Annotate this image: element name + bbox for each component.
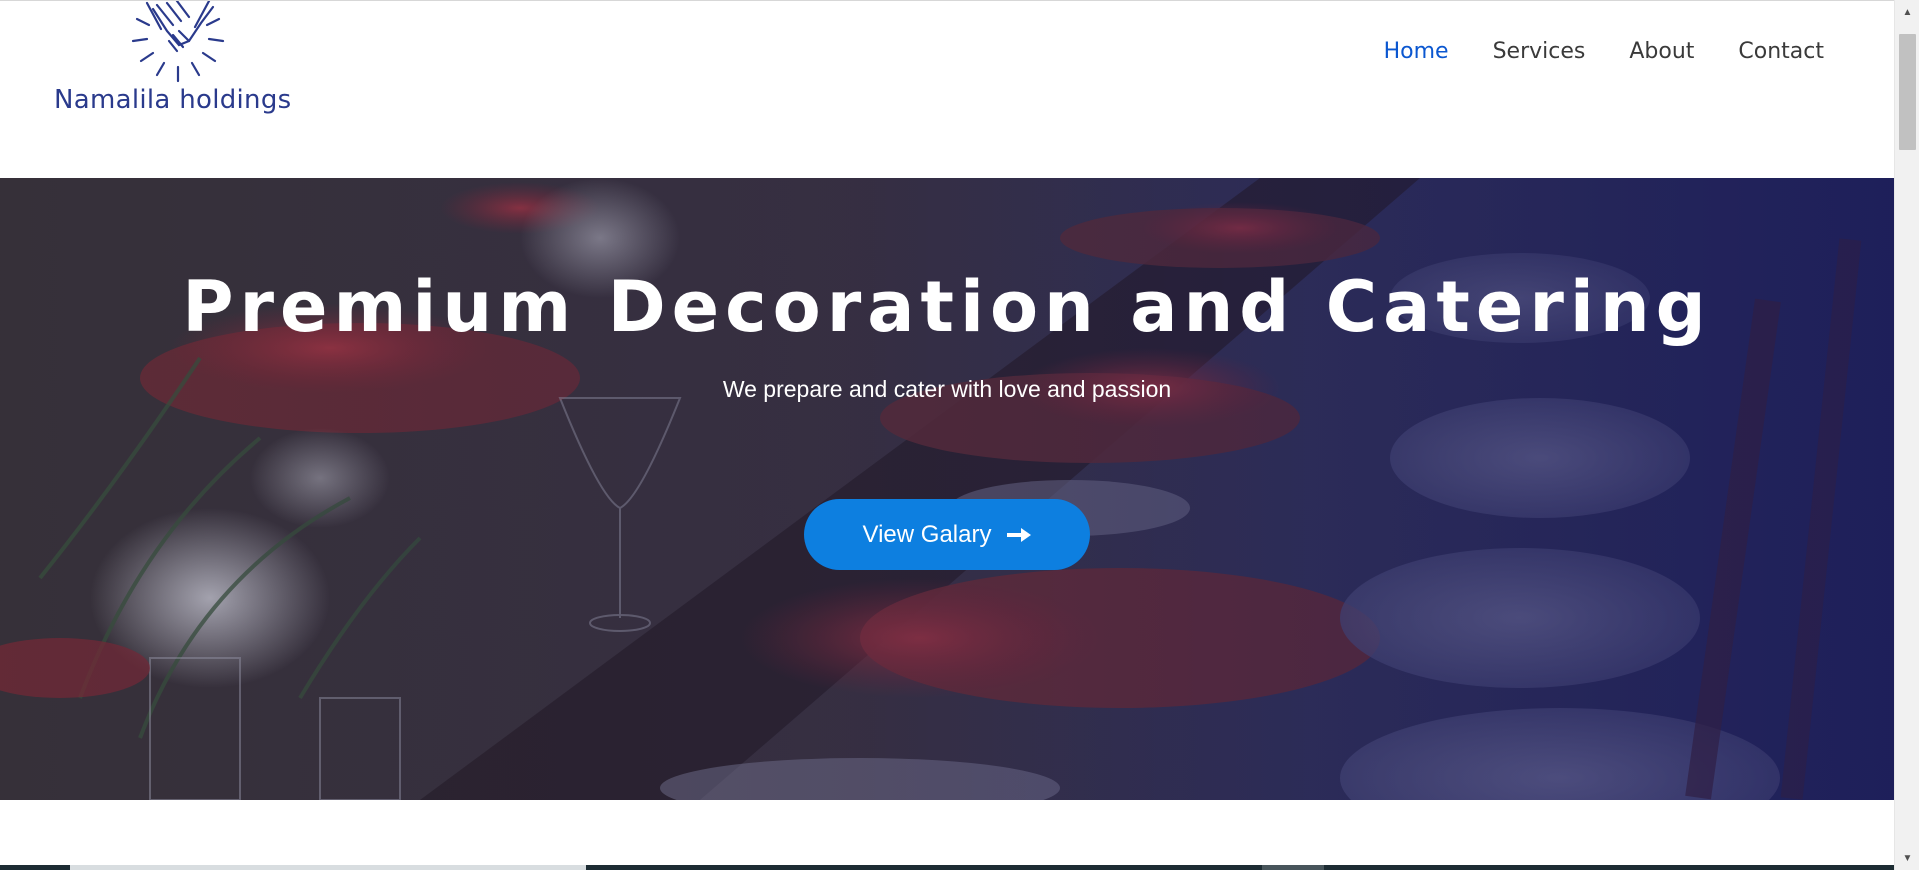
nav-item-home[interactable]: Home (1384, 39, 1449, 64)
site-logo[interactable]: Namalila holdings (52, 1, 302, 126)
nav-item-services[interactable]: Services (1493, 39, 1586, 64)
next-section-light-block (70, 865, 586, 870)
view-gallery-button[interactable]: View Galary (804, 499, 1090, 570)
scroll-down-arrow-icon[interactable]: ▼ (1895, 848, 1919, 868)
next-section-mark (1262, 865, 1324, 870)
hero-subtitle: We prepare and cater with love and passi… (722, 376, 1172, 402)
nav-item-contact[interactable]: Contact (1738, 39, 1824, 64)
scroll-up-arrow-icon[interactable]: ▲ (1895, 2, 1919, 22)
arrow-right-icon (1007, 527, 1032, 542)
view-gallery-button-label: View Galary (862, 520, 992, 548)
page-viewport: Namalila holdings Home Services About Co… (0, 0, 1894, 870)
nav-item-about[interactable]: About (1629, 39, 1694, 64)
hero-title: Premium Decoration and Catering (182, 266, 1712, 348)
hero-section: Premium Decoration and Catering We prepa… (0, 178, 1894, 800)
logo-text: Namalila holdings (54, 85, 292, 115)
main-nav: Home Services About Contact (1384, 39, 1824, 64)
site-header: Namalila holdings Home Services About Co… (0, 1, 1894, 178)
next-section-edge (0, 865, 1894, 870)
vertical-scrollbar[interactable]: ▲ ▼ (1894, 0, 1919, 870)
handshake-icon (131, 1, 225, 83)
scrollbar-thumb[interactable] (1899, 34, 1916, 150)
